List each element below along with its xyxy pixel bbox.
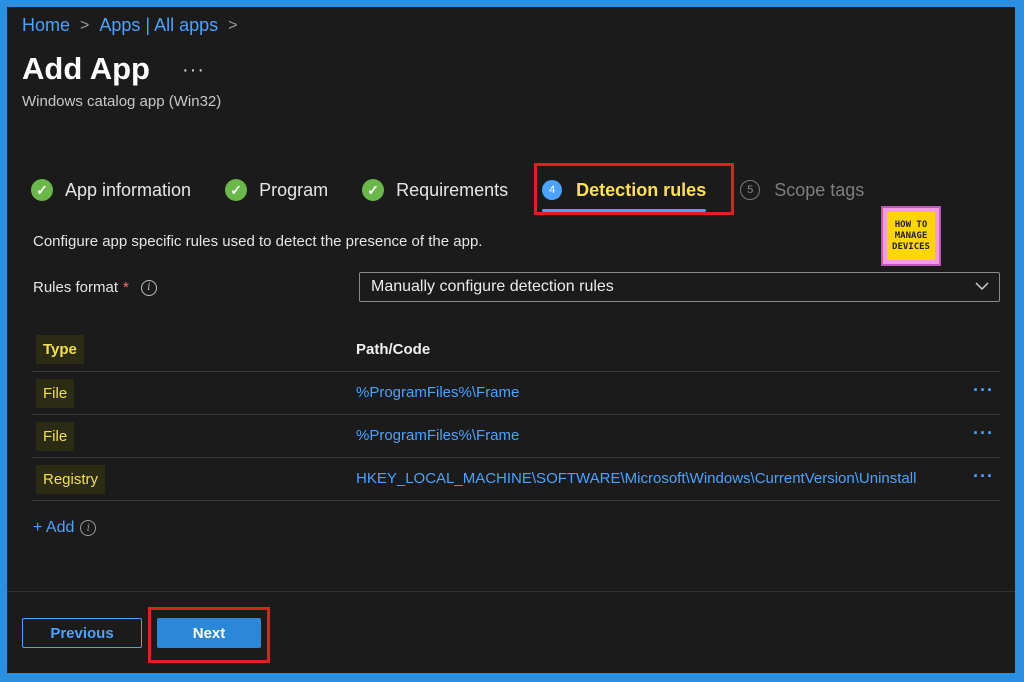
row-path-link[interactable]: HKEY_LOCAL_MACHINE\SOFTWARE\Microsoft\Wi…: [356, 470, 916, 487]
breadcrumb: Home > Apps | All apps >: [22, 15, 237, 36]
chevron-right-icon: >: [228, 16, 238, 34]
active-step-highlight: [534, 163, 734, 215]
type-cell: File: [32, 421, 356, 451]
row-more-icon[interactable]: ···: [973, 466, 994, 487]
footer-divider: [7, 591, 1015, 592]
step-label: Program: [259, 179, 329, 200]
section-description: Configure app specific rules used to det…: [33, 233, 483, 250]
step-label: Requirements: [396, 179, 509, 200]
logo-line: MANAGE: [894, 230, 928, 241]
step-requirements[interactable]: ✓ Requirements: [362, 171, 508, 209]
row-type: Registry: [36, 464, 106, 494]
detection-rules-table: Type Path/Code File %ProgramFiles%\Frame…: [32, 327, 1000, 501]
rules-format-value: Manually configure detection rules: [371, 278, 614, 295]
wizard-steps: ✓ App information ✓ Program ✓ Requiremen…: [31, 170, 898, 212]
add-rule-link[interactable]: + Add i: [33, 519, 97, 537]
table-header: Type Path/Code: [32, 327, 1000, 372]
step-number-badge: 5: [740, 180, 761, 200]
page-subtitle: Windows catalog app (Win32): [22, 93, 222, 110]
row-type: File: [36, 421, 75, 451]
path-cell: HKEY_LOCAL_MACHINE\SOFTWARE\Microsoft\Wi…: [356, 470, 1000, 488]
rules-format-dropdown[interactable]: Manually configure detection rules: [359, 272, 1000, 302]
app-frame: Home > Apps | All apps > Add App ··· Win…: [7, 7, 1015, 673]
chevron-right-icon: >: [80, 16, 90, 34]
chevron-down-icon: [975, 282, 989, 291]
row-type: File: [36, 378, 75, 408]
step-label: App information: [65, 179, 192, 200]
required-mark: *: [123, 279, 129, 296]
logo-line: HOW TO: [894, 219, 928, 230]
header-path: Path/Code: [356, 340, 431, 358]
step-program[interactable]: ✓ Program: [225, 171, 328, 209]
row-path-link[interactable]: %ProgramFiles%\Frame: [356, 427, 519, 444]
row-more-icon[interactable]: ···: [973, 423, 994, 444]
type-cell: Registry: [32, 464, 356, 494]
check-circle-icon: ✓: [362, 179, 385, 201]
check-circle-icon: ✓: [225, 179, 248, 201]
table-row: File %ProgramFiles%\Frame ···: [32, 372, 1000, 415]
table-row: Registry HKEY_LOCAL_MACHINE\SOFTWARE\Mic…: [32, 458, 1000, 501]
row-more-icon[interactable]: ···: [973, 380, 994, 401]
breadcrumb-home[interactable]: Home: [22, 15, 70, 36]
info-icon[interactable]: i: [140, 279, 157, 296]
path-cell: %ProgramFiles%\Frame: [356, 384, 1000, 402]
logo-line: DEVICES: [892, 241, 930, 252]
add-label: + Add: [33, 519, 75, 536]
row-path-link[interactable]: %ProgramFiles%\Frame: [356, 384, 519, 401]
info-icon[interactable]: i: [80, 520, 97, 536]
rules-format-text: Rules format: [33, 279, 119, 296]
table-row: File %ProgramFiles%\Frame ···: [32, 415, 1000, 458]
rules-format-label: Rules format * i: [33, 279, 157, 296]
breadcrumb-apps[interactable]: Apps | All apps: [99, 15, 218, 36]
previous-button[interactable]: Previous: [22, 618, 142, 648]
page-title: Add App: [22, 51, 150, 86]
step-scope-tags: 5 Scope tags: [740, 171, 864, 209]
next-button-highlight: [148, 607, 270, 663]
logo-inner: HOW TO MANAGE DEVICES: [887, 212, 935, 260]
type-cell: File: [32, 378, 356, 408]
step-label: Scope tags: [774, 179, 865, 200]
header-type-cell: Type: [32, 334, 356, 364]
step-app-information[interactable]: ✓ App information: [31, 171, 191, 209]
more-options-icon[interactable]: ···: [182, 59, 205, 82]
header-type: Type: [36, 334, 84, 364]
howto-manage-devices-logo: HOW TO MANAGE DEVICES: [881, 206, 941, 266]
check-circle-icon: ✓: [31, 179, 53, 201]
path-cell: %ProgramFiles%\Frame: [356, 427, 1000, 445]
